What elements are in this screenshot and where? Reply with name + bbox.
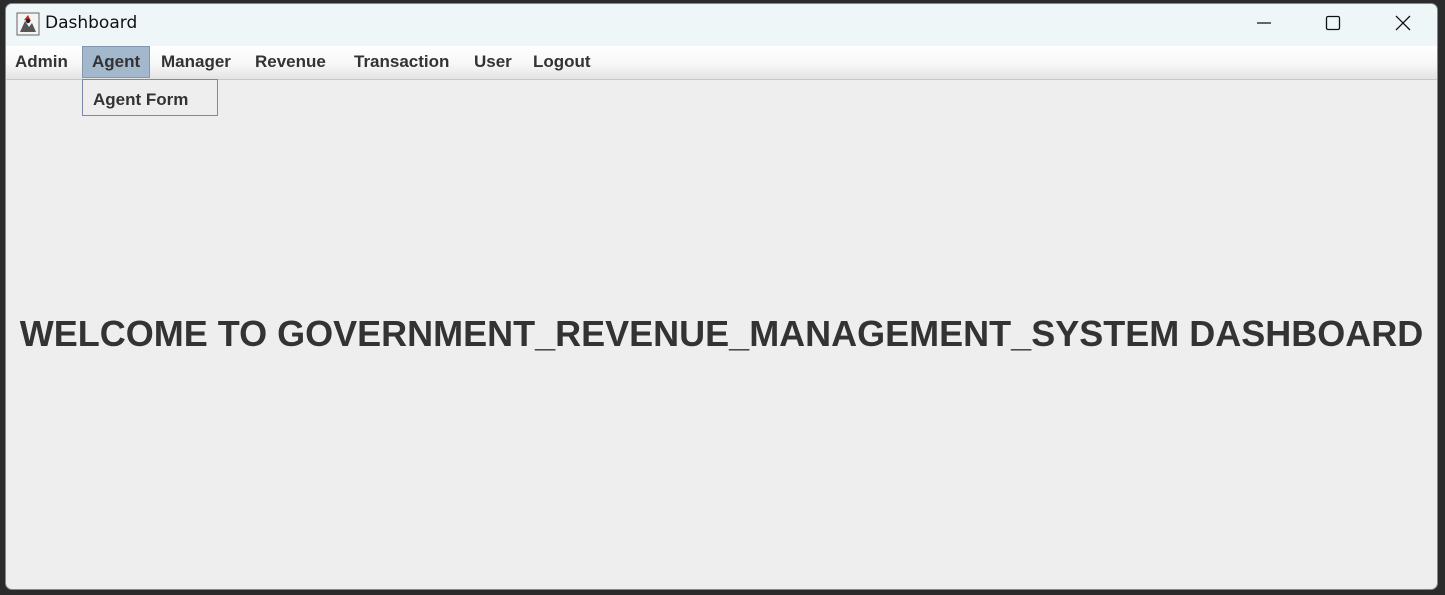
java-duke-icon <box>16 12 40 36</box>
agent-dropdown-menu: Agent Form <box>82 79 218 116</box>
app-window: Dashboard Admin Agent Manager Revenue Tr… <box>5 3 1438 590</box>
menu-transaction[interactable]: Transaction <box>345 46 458 78</box>
maximize-button[interactable] <box>1298 4 1368 46</box>
menu-manager[interactable]: Manager <box>152 46 240 78</box>
menu-item-agent-form[interactable]: Agent Form <box>83 80 217 115</box>
window-title: Dashboard <box>45 13 138 33</box>
minimize-icon <box>1256 15 1272 36</box>
close-icon <box>1395 15 1411 36</box>
welcome-heading: WELCOME TO GOVERNMENT_REVENUE_MANAGEMENT… <box>19 313 1424 354</box>
menu-user[interactable]: User <box>465 46 521 78</box>
menu-agent[interactable]: Agent <box>82 46 151 78</box>
title-bar[interactable]: Dashboard <box>6 4 1437 46</box>
maximize-icon <box>1325 15 1341 36</box>
menu-admin[interactable]: Admin <box>6 46 77 78</box>
menu-bar: Admin Agent Manager Revenue Transaction … <box>6 46 1437 80</box>
minimize-button[interactable] <box>1229 4 1299 46</box>
close-button[interactable] <box>1368 4 1437 46</box>
menu-logout[interactable]: Logout <box>524 46 600 78</box>
menu-revenue[interactable]: Revenue <box>246 46 335 78</box>
